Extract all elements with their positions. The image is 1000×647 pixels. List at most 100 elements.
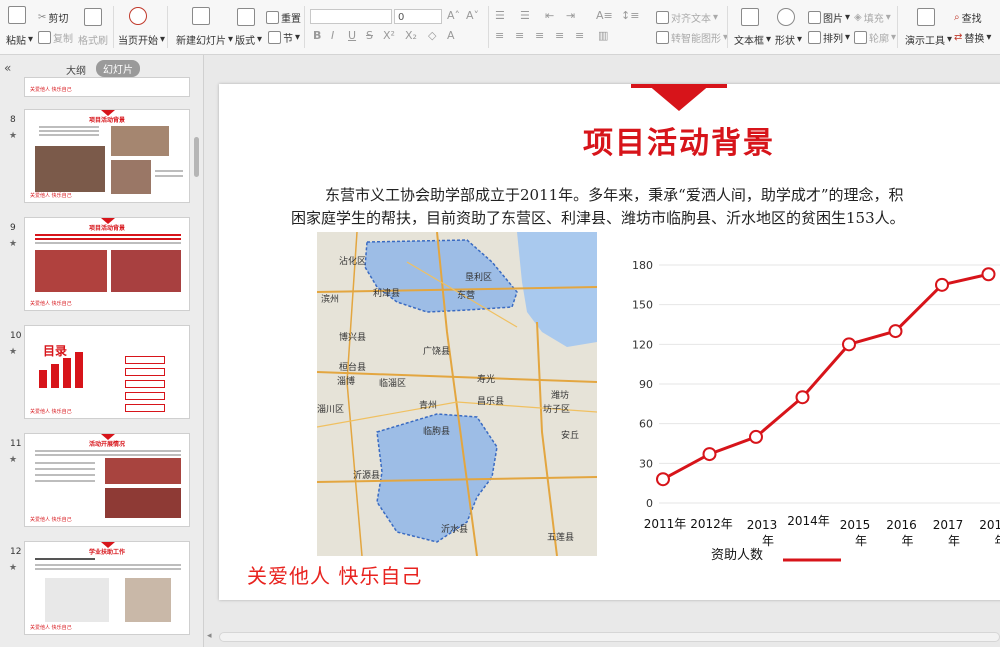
picture-button[interactable]: 图片 ▾ [808, 10, 850, 25]
y-tick-label: 0 [646, 497, 653, 510]
format-painter-button[interactable] [84, 8, 102, 26]
thumbnail-text-line [35, 558, 95, 560]
x-tick-label: 2018 [979, 518, 1000, 532]
bullets-icon[interactable]: ☰ [495, 9, 505, 22]
columns-icon[interactable]: ▥ [598, 29, 608, 42]
indent-decrease-icon[interactable]: ⇤ [545, 9, 554, 22]
data-point [935, 277, 949, 292]
italic-icon[interactable]: I [331, 29, 334, 42]
align-right-icon[interactable]: ≡ [535, 29, 544, 42]
cut-button[interactable]: ✂ 剪切 [38, 10, 68, 25]
thumbnail-text-line [39, 126, 99, 128]
strikethrough-icon[interactable]: S [366, 29, 373, 42]
outline-icon [854, 31, 867, 44]
paste-button[interactable] [8, 6, 26, 24]
textbox-button[interactable]: 文本框 ▾ [734, 32, 771, 47]
y-tick-label: 120 [632, 338, 653, 351]
slide-thumbnail-7[interactable]: 关爱他人 快乐自己 [24, 77, 190, 97]
font-grow-icon[interactable]: A˄ [447, 9, 460, 22]
textbox-icon-button[interactable] [741, 8, 759, 26]
data-point [749, 429, 763, 444]
horizontal-scrollbar[interactable] [219, 632, 1000, 642]
find-button[interactable]: ⌕ 查找 [954, 10, 982, 25]
indent-increase-icon[interactable]: ⇥ [566, 9, 575, 22]
tab-outline[interactable]: 大纲 [66, 62, 86, 77]
panel-scrollbar[interactable] [194, 137, 199, 177]
replace-label: 替换 [964, 34, 985, 45]
slide-footer-slogan[interactable]: 关爱他人 快乐自己 [247, 560, 422, 589]
justify-icon[interactable]: ≡ [555, 29, 564, 42]
presentation-tools-button[interactable]: 演示工具 ▾ [905, 32, 952, 47]
map-label: 五莲县 [547, 533, 575, 543]
slide-thumbnail-9[interactable]: 项目活动背景 关爱他人 快乐自己 [24, 217, 190, 311]
thumbnail-title: 目录 [43, 344, 68, 358]
collapse-panel-icon[interactable]: « [4, 61, 11, 75]
layout-text: 版式 [235, 36, 255, 47]
data-point [888, 324, 903, 339]
scroll-left-icon[interactable]: ◂ [207, 631, 212, 641]
font-shrink-icon[interactable]: A˅ [466, 9, 479, 22]
shape-icon-button[interactable] [777, 8, 795, 26]
line-spacing-icon[interactable]: ↕≡ [621, 9, 639, 22]
tab-slides[interactable]: 幻灯片 [96, 60, 140, 77]
numbering-icon[interactable]: ☰ [520, 9, 530, 22]
thumbnail-text-line [35, 454, 181, 456]
slide-paragraph[interactable]: 东营市义工协会助学部成立于2011年。多年来，秉承“爱洒人间，助学成才”的理念，… [291, 184, 1000, 230]
slide-thumbnail-8[interactable]: 项目活动背景 关爱他人 快乐自己 [24, 109, 190, 203]
fill-button[interactable]: ◈ 填充 ▾ [854, 10, 891, 25]
presentation-tools-icon-button[interactable] [917, 8, 935, 26]
clear-format-icon[interactable]: ◇ [428, 29, 436, 42]
thumbnail-menu-item [125, 380, 165, 388]
clipboard-icon [8, 6, 26, 24]
outline-button[interactable]: 轮廓 ▾ [854, 30, 896, 45]
play-from-current-button[interactable] [129, 7, 147, 25]
map-image[interactable]: 沾化区 垦利区 利津县 东营 博兴县 广饶县 桓台县 临淄区 寿光 淄博 青州 … [317, 232, 597, 556]
font-name-combo[interactable] [310, 9, 392, 24]
layout-button[interactable]: 版式 ▾ [235, 32, 262, 47]
layout-icon-button[interactable] [237, 8, 255, 26]
thumbnail-text-line [35, 568, 181, 570]
paste-label-button[interactable]: 粘贴 ▾ [6, 32, 33, 47]
distribute-icon[interactable]: ≡ [575, 29, 584, 42]
slide-canvas[interactable]: 项目活动背景 东营市义工协会助学部成立于2011年。多年来，秉承“爱洒人间，助学… [219, 84, 1000, 600]
thumbnail-text-line [35, 238, 181, 240]
thumbnail-bar [39, 370, 47, 388]
slide-thumbnail-10[interactable]: 目录 关爱他人 快乐自己 [24, 325, 190, 419]
slide-thumbnail-11[interactable]: 活动开展情况 关爱他人 快乐自己 [24, 433, 190, 527]
data-point [842, 337, 856, 352]
play-from-current-label[interactable]: 当页开始 ▾ [118, 32, 165, 47]
slide-thumbnail-12[interactable]: 学业扶助工作 关爱他人 快乐自己 [24, 541, 190, 635]
new-slide-button[interactable] [192, 7, 210, 25]
arrange-button[interactable]: 排列 ▾ [808, 30, 850, 45]
map-label: 博兴县 [339, 333, 367, 343]
line-chart[interactable]: 0 30 60 90 120 150 180 2011年 2012年 2013 年 2014年 2015… [619, 244, 1000, 574]
superscript-icon[interactable]: X² [383, 29, 395, 42]
underline-icon[interactable]: U [348, 29, 356, 42]
thumbnail-title: 学业扶助工作 [88, 549, 125, 556]
section-button[interactable]: 节 ▾ [268, 30, 300, 45]
replace-icon: ⇄ [954, 32, 963, 43]
reset-button[interactable]: 重置 [266, 10, 301, 25]
align-text-button[interactable]: 对齐文本 ▾ [656, 10, 718, 25]
align-left-icon[interactable]: ≡ [495, 29, 504, 42]
font-color-icon[interactable]: A [447, 29, 455, 42]
copy-button[interactable]: 复制 [38, 30, 73, 45]
map-label: 临淄区 [379, 379, 407, 389]
text-direction-icon[interactable]: A≡ [596, 9, 613, 22]
bold-icon[interactable]: B [313, 29, 321, 42]
slide-title[interactable]: 项目活动背景 [519, 118, 839, 162]
align-center-icon[interactable]: ≡ [515, 29, 524, 42]
replace-button[interactable]: ⇄ 替换 ▾ [954, 30, 991, 45]
font-size-combo[interactable]: 0 [394, 9, 442, 24]
font-size-value: 0 [398, 12, 405, 23]
shape-button[interactable]: 形状 ▾ [775, 32, 802, 47]
smartart-button[interactable]: 转智能图形 ▾ [656, 30, 728, 45]
x-tick-label: 2014年 [787, 514, 830, 528]
section-text: 节 [283, 34, 293, 45]
subscript-icon[interactable]: X₂ [405, 29, 417, 42]
paragraph-line-2: 困家庭学生的帮扶，目前资助了东营区、利津县、潍坊市临朐县、沂水地区的贫困生153… [291, 209, 905, 227]
thumbnail-footer: 关爱他人 快乐自己 [30, 301, 72, 307]
new-slide-label[interactable]: 新建幻灯片 ▾ [176, 32, 233, 47]
find-label: 查找 [961, 14, 982, 25]
format-painter-label[interactable]: 格式刷 [78, 32, 108, 47]
